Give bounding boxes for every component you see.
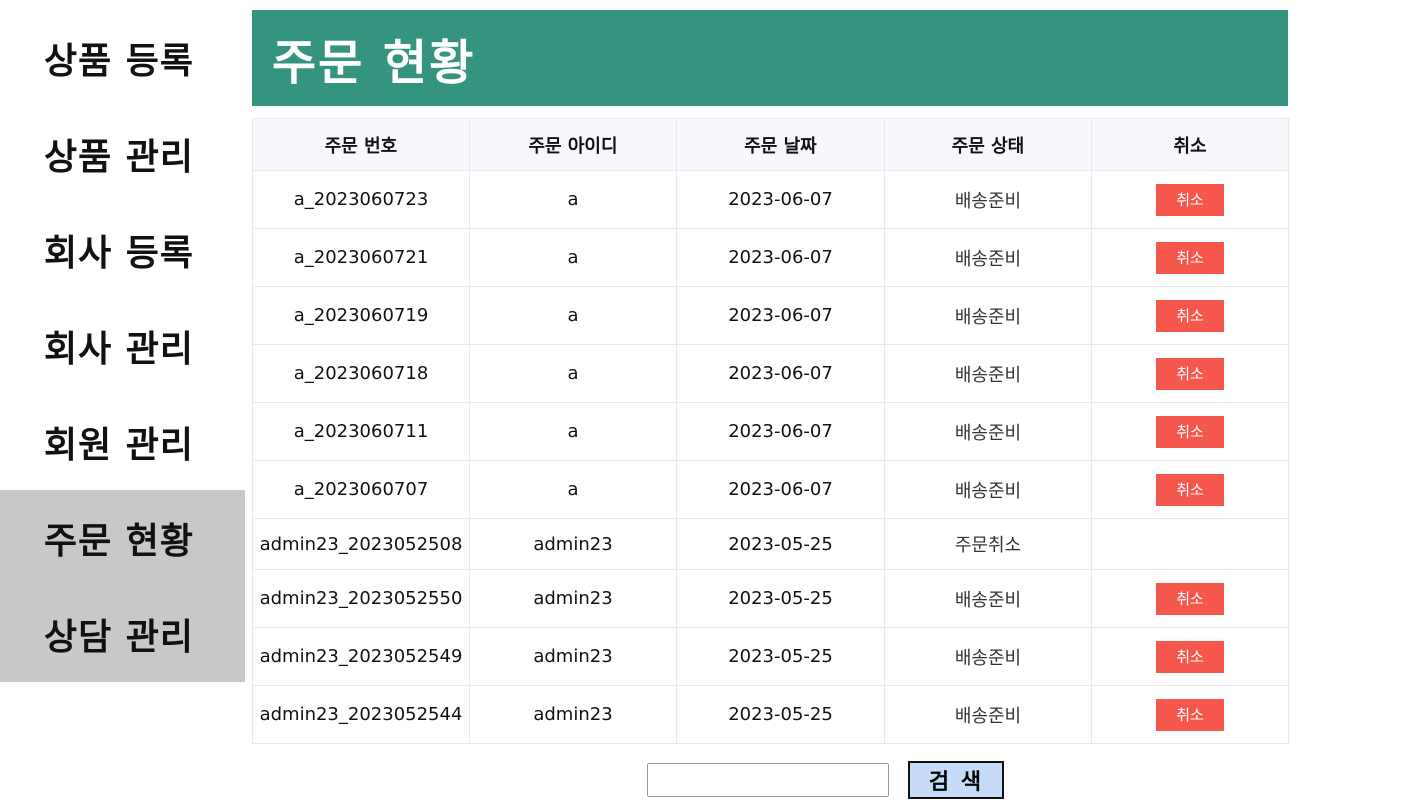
order-status-cell: 배송준비 <box>884 170 1092 229</box>
table-row: a_2023060723 a 2023-06-07 배송준비 취소 <box>252 170 1289 229</box>
order-no-cell: a_2023060721 <box>252 228 470 287</box>
sidebar-item-company-manage[interactable]: 회사 관리 <box>0 298 245 394</box>
order-id-cell: admin23 <box>469 518 677 570</box>
table-row: admin23_2023052508 admin23 2023-05-25 주문… <box>252 518 1289 570</box>
order-status-cell: 배송준비 <box>884 460 1092 519</box>
order-no-cell: admin23_2023052544 <box>252 685 470 744</box>
table-row: a_2023060719 a 2023-06-07 배송준비 취소 <box>252 286 1289 345</box>
cancel-button[interactable]: 취소 <box>1156 241 1224 274</box>
cancel-cell: 취소 <box>1091 344 1289 403</box>
cancel-cell: 취소 <box>1091 460 1289 519</box>
order-date-cell: 2023-05-25 <box>676 685 885 744</box>
search-button[interactable]: 검 색 <box>908 761 1004 799</box>
order-no-cell: a_2023060719 <box>252 286 470 345</box>
column-header-order-id: 주문 아이디 <box>469 118 677 171</box>
cancel-cell: 취소 <box>1091 402 1289 461</box>
cancel-button[interactable]: 취소 <box>1156 640 1224 673</box>
order-no-cell: a_2023060707 <box>252 460 470 519</box>
table-header-row: 주문 번호 주문 아이디 주문 날짜 주문 상태 취소 <box>252 118 1289 171</box>
order-no-cell: a_2023060711 <box>252 402 470 461</box>
order-date-cell: 2023-05-25 <box>676 569 885 628</box>
order-no-cell: a_2023060718 <box>252 344 470 403</box>
order-status-cell: 배송준비 <box>884 627 1092 686</box>
cancel-button[interactable]: 취소 <box>1156 183 1224 216</box>
order-status-cell: 배송준비 <box>884 402 1092 461</box>
column-header-order-date: 주문 날짜 <box>676 118 885 171</box>
search-input[interactable] <box>647 763 889 797</box>
order-id-cell: admin23 <box>469 569 677 628</box>
cancel-button[interactable]: 취소 <box>1156 473 1224 506</box>
order-no-cell: admin23_2023052508 <box>252 518 470 570</box>
table-row: a_2023060711 a 2023-06-07 배송준비 취소 <box>252 402 1289 461</box>
table-row: admin23_2023052550 admin23 2023-05-25 배송… <box>252 569 1289 628</box>
order-date-cell: 2023-05-25 <box>676 627 885 686</box>
sidebar-item-product-register[interactable]: 상품 등록 <box>0 10 245 106</box>
order-no-cell: admin23_2023052549 <box>252 627 470 686</box>
order-status-cell: 주문취소 <box>884 518 1092 570</box>
sidebar: 상품 등록 상품 관리 회사 등록 회사 관리 회원 관리 주문 현황 상담 관… <box>0 10 245 682</box>
order-status-cell: 배송준비 <box>884 228 1092 287</box>
order-id-cell: a <box>469 460 677 519</box>
cancel-cell: 취소 <box>1091 569 1289 628</box>
order-id-cell: a <box>469 344 677 403</box>
order-date-cell: 2023-06-07 <box>676 228 885 287</box>
order-status-cell: 배송준비 <box>884 286 1092 345</box>
cancel-button[interactable]: 취소 <box>1156 582 1224 615</box>
cancel-cell: 취소 <box>1091 170 1289 229</box>
order-no-cell: admin23_2023052550 <box>252 569 470 628</box>
column-header-order-no: 주문 번호 <box>252 118 470 171</box>
cancel-cell: 취소 <box>1091 627 1289 686</box>
order-status-cell: 배송준비 <box>884 344 1092 403</box>
cancel-button[interactable]: 취소 <box>1156 357 1224 390</box>
cancel-cell <box>1091 518 1289 570</box>
order-date-cell: 2023-05-25 <box>676 518 885 570</box>
order-status-cell: 배송준비 <box>884 685 1092 744</box>
orders-table: 주문 번호 주문 아이디 주문 날짜 주문 상태 취소 a_2023060723… <box>252 118 1289 744</box>
order-date-cell: 2023-06-07 <box>676 286 885 345</box>
page-title: 주문 현황 <box>252 10 1288 106</box>
cancel-cell: 취소 <box>1091 286 1289 345</box>
sidebar-item-member-manage[interactable]: 회원 관리 <box>0 394 245 490</box>
order-id-cell: a <box>469 286 677 345</box>
sidebar-item-order-status[interactable]: 주문 현황 <box>0 490 245 586</box>
cancel-cell: 취소 <box>1091 228 1289 287</box>
order-id-cell: a <box>469 228 677 287</box>
cancel-button[interactable]: 취소 <box>1156 299 1224 332</box>
order-id-cell: admin23 <box>469 627 677 686</box>
cancel-button[interactable]: 취소 <box>1156 415 1224 448</box>
order-id-cell: admin23 <box>469 685 677 744</box>
table-row: admin23_2023052544 admin23 2023-05-25 배송… <box>252 685 1289 744</box>
search-bar: 검 색 <box>647 761 1004 799</box>
order-date-cell: 2023-06-07 <box>676 402 885 461</box>
cancel-cell: 취소 <box>1091 685 1289 744</box>
table-row: a_2023060718 a 2023-06-07 배송준비 취소 <box>252 344 1289 403</box>
sidebar-item-consult-manage[interactable]: 상담 관리 <box>0 586 245 682</box>
order-id-cell: a <box>469 402 677 461</box>
table-row: a_2023060721 a 2023-06-07 배송준비 취소 <box>252 228 1289 287</box>
table-row: admin23_2023052549 admin23 2023-05-25 배송… <box>252 627 1289 686</box>
order-id-cell: a <box>469 170 677 229</box>
cancel-button[interactable]: 취소 <box>1156 698 1224 731</box>
order-date-cell: 2023-06-07 <box>676 460 885 519</box>
order-status-cell: 배송준비 <box>884 569 1092 628</box>
sidebar-item-product-manage[interactable]: 상품 관리 <box>0 106 245 202</box>
column-header-order-status: 주문 상태 <box>884 118 1092 171</box>
main-content: 주문 현황 주문 번호 주문 아이디 주문 날짜 주문 상태 취소 a_2023… <box>252 10 1289 744</box>
column-header-cancel: 취소 <box>1091 118 1289 171</box>
sidebar-item-company-register[interactable]: 회사 등록 <box>0 202 245 298</box>
order-date-cell: 2023-06-07 <box>676 170 885 229</box>
order-date-cell: 2023-06-07 <box>676 344 885 403</box>
table-row: a_2023060707 a 2023-06-07 배송준비 취소 <box>252 460 1289 519</box>
order-no-cell: a_2023060723 <box>252 170 470 229</box>
